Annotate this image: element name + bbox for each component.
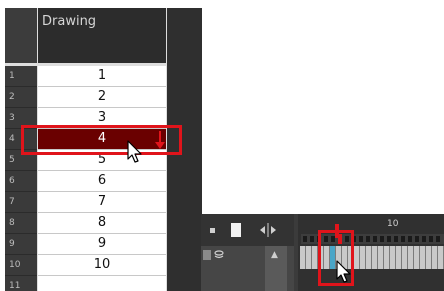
exposure-cell[interactable] [38,276,166,291]
exposure-cell[interactable]: 1 [38,66,166,87]
row-number-gutter: 1 2 3 4 5 6 7 8 9 10 11 [5,66,37,291]
scroll-up-icon[interactable]: ▲ [271,250,278,260]
playhead-marker-icon[interactable] [334,224,340,238]
drawing-column-cells: 1 2 3 4 5 6 7 8 9 10 [38,66,166,291]
row-number: 6 [5,171,37,192]
white-rect-icon[interactable] [231,223,241,237]
timeline-panel: ▲ 10 [201,214,444,291]
timeline-toolbar [201,214,294,246]
ruler-frame-label: 10 [387,219,399,229]
stack-icon [214,250,224,259]
drawing-column-header[interactable]: Drawing [38,8,166,63]
split-arrows-icon[interactable] [259,223,277,237]
row-number: 1 [5,66,37,87]
exposure-cell[interactable]: 6 [38,171,166,192]
row-number: 7 [5,192,37,213]
timeline-scrollbar[interactable]: ▲ [265,246,287,291]
row-number: 10 [5,255,37,276]
frame-cell[interactable] [438,246,444,269]
row-number: 11 [5,276,37,291]
exposure-cell[interactable]: 10 [38,255,166,276]
layer-icon [203,250,211,260]
row-number: 9 [5,234,37,255]
drawing-column-title: Drawing [42,14,97,29]
row-number: 8 [5,213,37,234]
exposure-cell[interactable]: 2 [38,87,166,108]
exposure-cell[interactable]: 9 [38,234,166,255]
xsheet-corner [5,8,37,63]
down-arrow-icon [155,131,165,149]
mouse-cursor-icon [336,260,351,283]
exposure-cell[interactable]: 8 [38,213,166,234]
row-number: 2 [5,87,37,108]
exposure-cell[interactable]: 7 [38,192,166,213]
square-icon[interactable] [210,228,215,233]
mouse-cursor-icon [127,140,142,163]
